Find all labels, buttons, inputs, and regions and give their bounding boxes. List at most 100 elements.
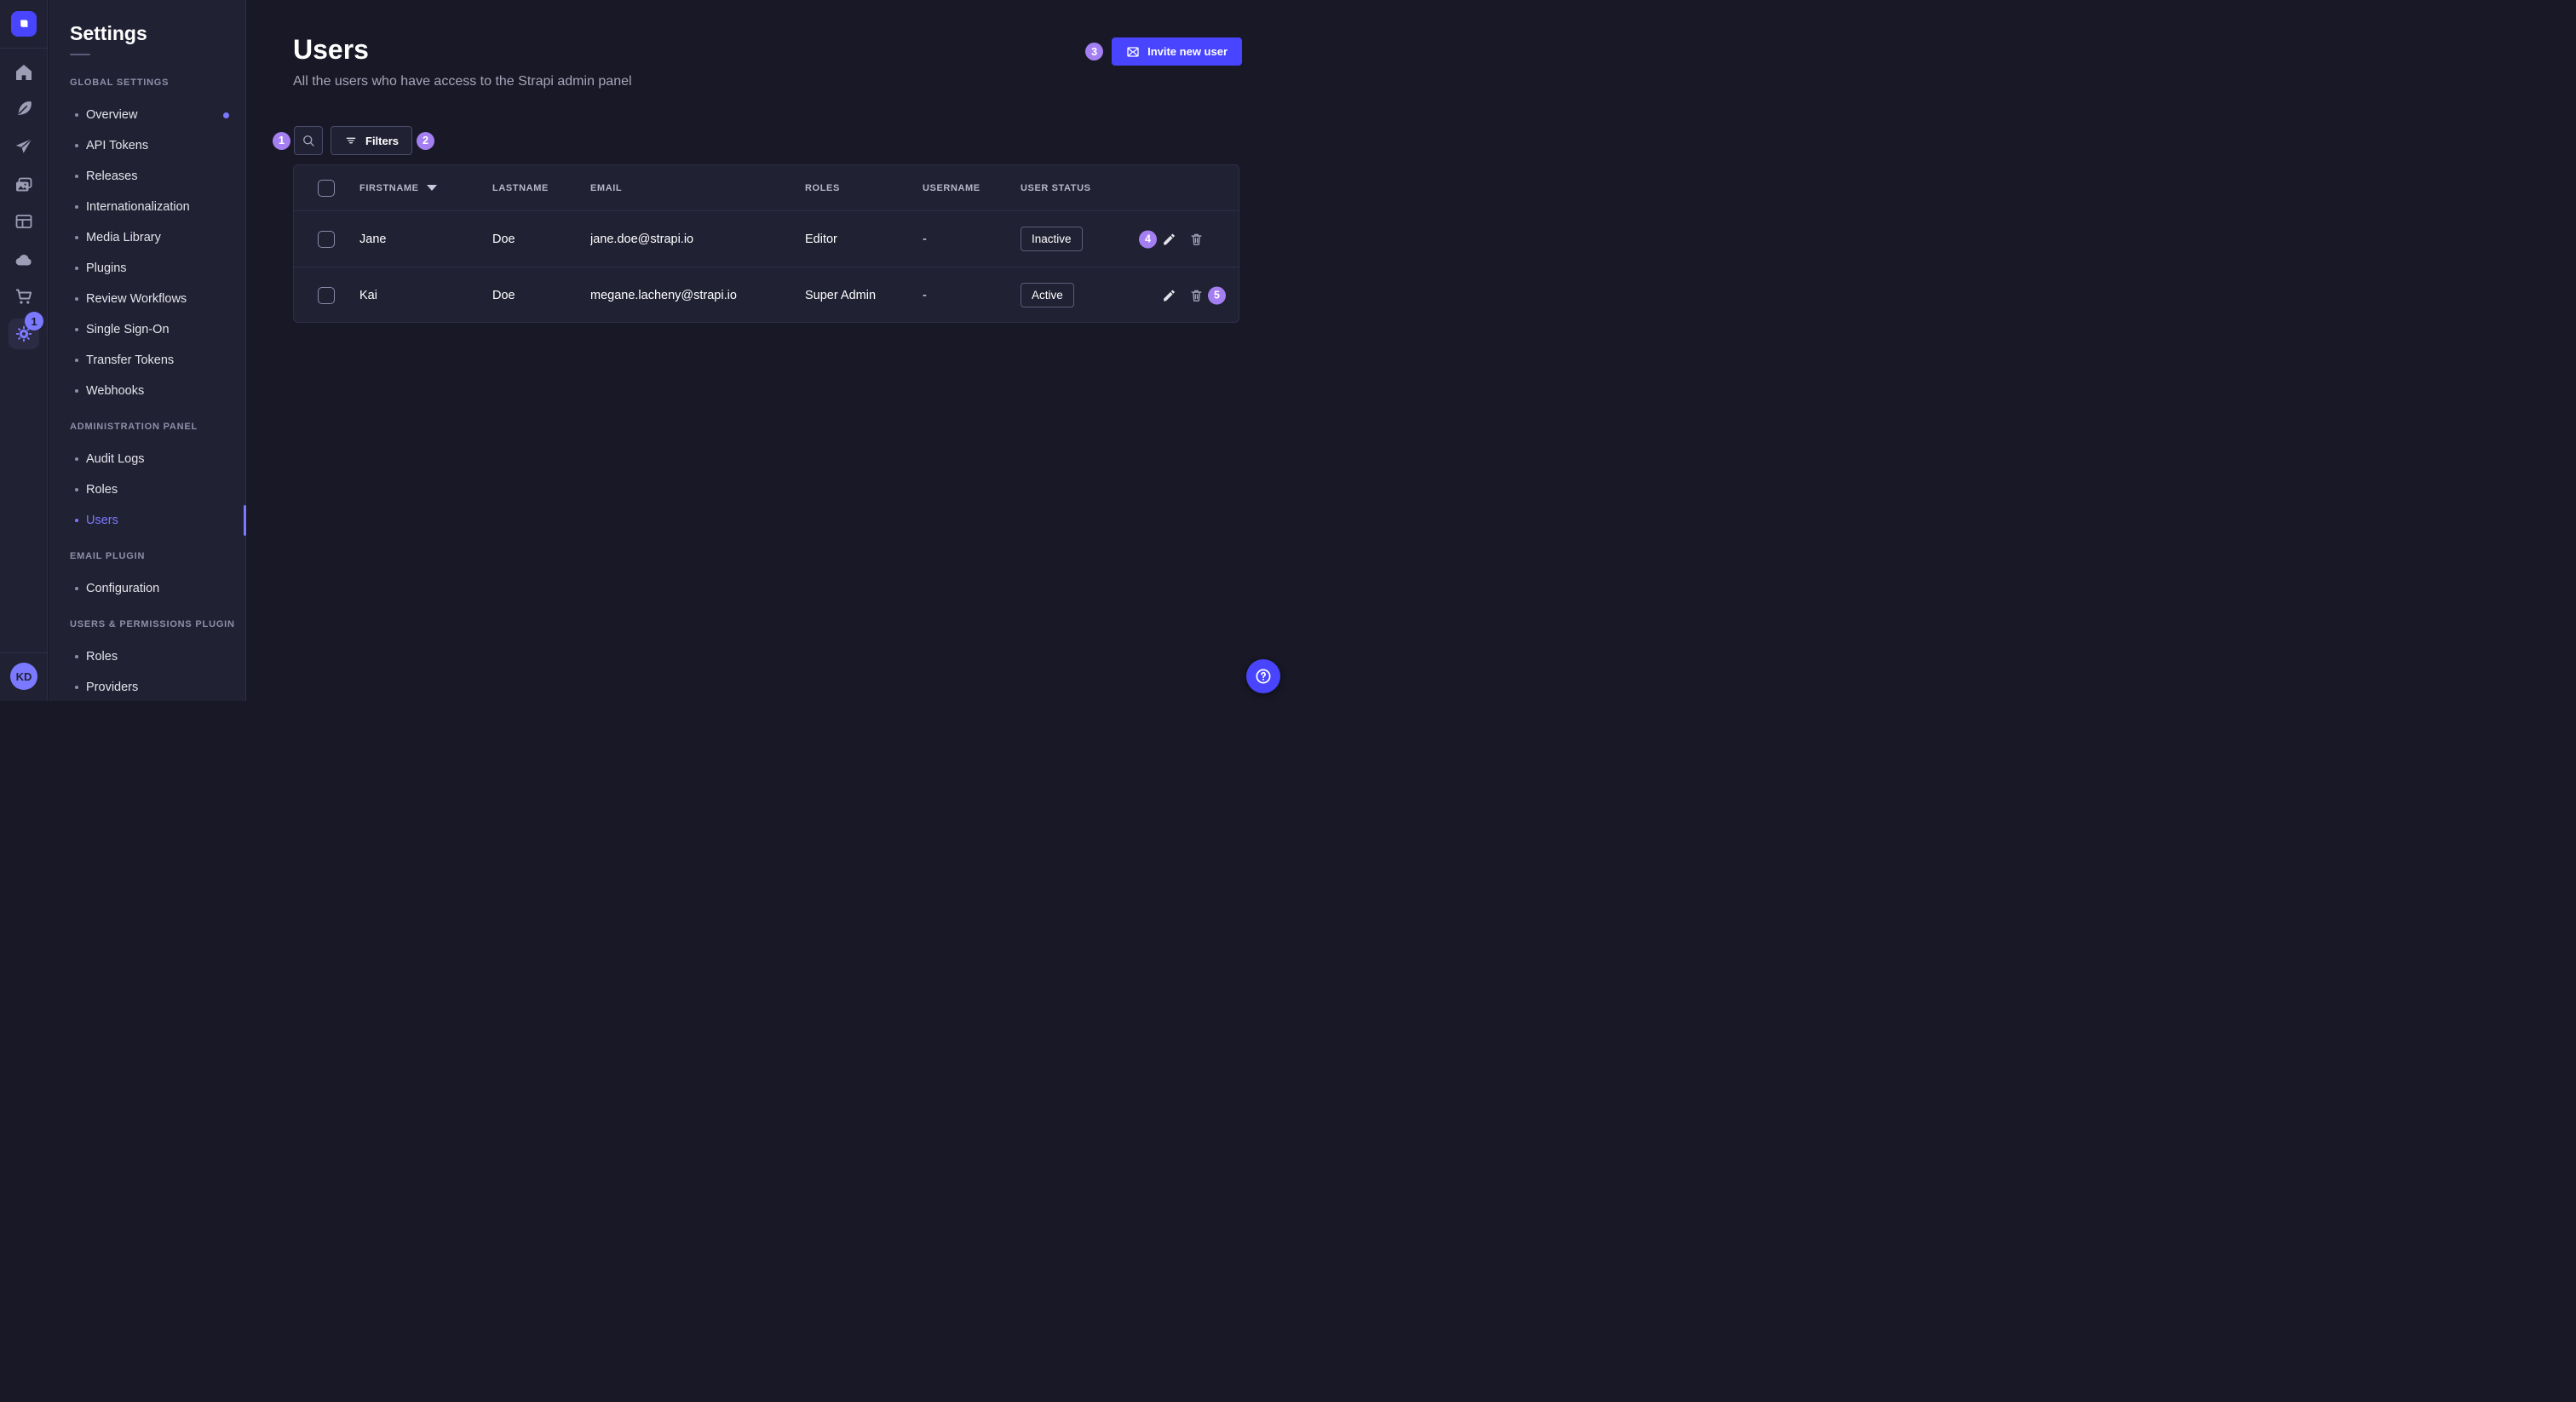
overview-notification-dot [223,112,229,118]
sidebar-item-providers[interactable]: Providers [49,672,245,701]
section-label-administration-panel: ADMINISTRATION PANEL [70,421,245,433]
edit-pencil-icon[interactable] [1162,288,1176,302]
sidebar-title-divider [70,54,90,55]
status-badge: Inactive [1021,227,1083,251]
search-button[interactable] [294,126,323,155]
sidebar-item-label: Webhooks [86,384,144,398]
table-row[interactable]: Kai Doe megane.lacheny@strapi.io Super A… [294,267,1239,323]
sidebar-item-label: Releases [86,170,137,183]
bullet-icon [75,457,78,461]
settings-sidebar: Settings GLOBAL SETTINGS Overview API To… [49,0,246,701]
sidebar-item-label: Overview [86,108,137,122]
feather-icon[interactable] [14,99,34,119]
layout-icon[interactable] [14,211,34,232]
sidebar-item-review-workflows[interactable]: Review Workflows [49,284,245,314]
sidebar-item-audit-logs[interactable]: Audit Logs [49,444,245,474]
envelope-icon [1126,45,1140,59]
sidebar-item-label: Users [86,514,118,527]
cart-icon[interactable] [14,286,34,307]
bullet-icon [75,236,78,239]
bullet-icon [75,686,78,689]
strapi-admin-app: 1 KD Settings GLOBAL SETTINGS Overview A… [0,0,1288,701]
toolbar: 1 Filters 2 [273,126,434,155]
bullet-icon [75,267,78,270]
sidebar-item-overview[interactable]: Overview [49,100,245,130]
bullet-icon [75,488,78,491]
cell-firstname: Kai [359,289,492,302]
row-actions: 5 [1145,267,1239,323]
sidebar-item-plugins[interactable]: Plugins [49,253,245,284]
sidebar-item-media-library[interactable]: Media Library [49,222,245,253]
delete-trash-icon[interactable] [1189,232,1204,246]
help-button[interactable] [1246,659,1280,693]
bullet-icon [75,144,78,147]
table-row[interactable]: Jane Doe jane.doe@strapi.io Editor - Ina… [294,210,1239,267]
sidebar-item-label: Roles [86,483,118,497]
sidebar-item-releases[interactable]: Releases [49,161,245,192]
status-badge: Active [1021,283,1074,307]
sidebar-item-label: API Tokens [86,139,148,152]
row-checkbox[interactable] [318,231,335,248]
annotation-badge-4: 4 [1139,230,1157,248]
bullet-icon [75,205,78,209]
active-item-indicator [244,505,246,536]
annotation-badge-3: 3 [1085,43,1103,60]
section-label-global-settings: GLOBAL SETTINGS [70,77,245,89]
sidebar-item-label: Single Sign-On [86,323,170,336]
sidebar-item-label: Media Library [86,231,161,244]
row-actions: 4 [1145,211,1239,267]
sidebar-item-api-tokens[interactable]: API Tokens [49,130,245,161]
sidebar-item-label: Review Workflows [86,292,187,306]
sidebar-item-transfer-tokens[interactable]: Transfer Tokens [49,345,245,376]
question-mark-icon [1254,667,1273,686]
sidebar-item-single-sign-on[interactable]: Single Sign-On [49,314,245,345]
sidebar-item-webhooks[interactable]: Webhooks [49,376,245,406]
page-subtitle: All the users who have access to the Str… [293,74,632,89]
users-permissions-list: Roles Providers [49,641,245,701]
bullet-icon [75,328,78,331]
column-header-username[interactable]: USERNAME [923,183,1021,193]
cloud-icon[interactable] [14,250,34,270]
home-icon[interactable] [14,62,34,83]
edit-pencil-icon[interactable] [1162,232,1176,246]
row-checkbox[interactable] [318,287,335,304]
bullet-icon [75,297,78,301]
sort-caret-down-icon[interactable] [427,185,437,191]
sidebar-item-admin-roles[interactable]: Roles [49,474,245,505]
sidebar-item-label: Plugins [86,261,127,275]
settings-notification-badge: 1 [25,312,43,330]
sidebar-item-label: Audit Logs [86,452,145,466]
main-nav-strip: 1 KD [0,0,48,701]
page-title: Users [293,34,369,66]
cell-email: jane.doe@strapi.io [590,233,805,246]
sidebar-title: Settings [70,22,245,45]
invite-button-label: Invite new user [1147,45,1228,58]
filters-button[interactable]: Filters [331,126,412,155]
select-all-checkbox[interactable] [318,180,335,197]
bullet-icon [75,587,78,590]
strapi-logo[interactable] [11,11,37,37]
global-settings-list: Overview API Tokens Releases Internation… [49,100,245,406]
invite-new-user-button[interactable]: Invite new user [1112,37,1242,66]
bullet-icon [75,359,78,362]
media-library-icon[interactable] [14,175,34,195]
strip-bottom-divider [0,652,47,653]
sidebar-item-label: Internationalization [86,200,190,214]
column-header-email[interactable]: EMAIL [590,183,805,193]
column-header-user-status[interactable]: USER STATUS [1021,183,1145,193]
column-header-lastname[interactable]: LASTNAME [492,183,590,193]
sidebar-item-configuration[interactable]: Configuration [49,573,245,604]
sidebar-item-users[interactable]: Users [49,505,245,536]
sidebar-item-internationalization[interactable]: Internationalization [49,192,245,222]
delete-trash-icon[interactable] [1189,288,1204,302]
strapi-logo-icon [16,16,32,32]
column-header-firstname[interactable]: FIRSTNAME [359,183,492,193]
sidebar-item-up-roles[interactable]: Roles [49,641,245,672]
cell-roles: Super Admin [805,289,923,302]
user-avatar[interactable]: KD [10,663,37,690]
filter-icon [344,134,358,147]
paper-plane-icon[interactable] [14,136,34,157]
column-header-roles[interactable]: ROLES [805,183,923,193]
email-plugin-list: Configuration [49,573,245,604]
cell-username: - [923,233,1021,246]
